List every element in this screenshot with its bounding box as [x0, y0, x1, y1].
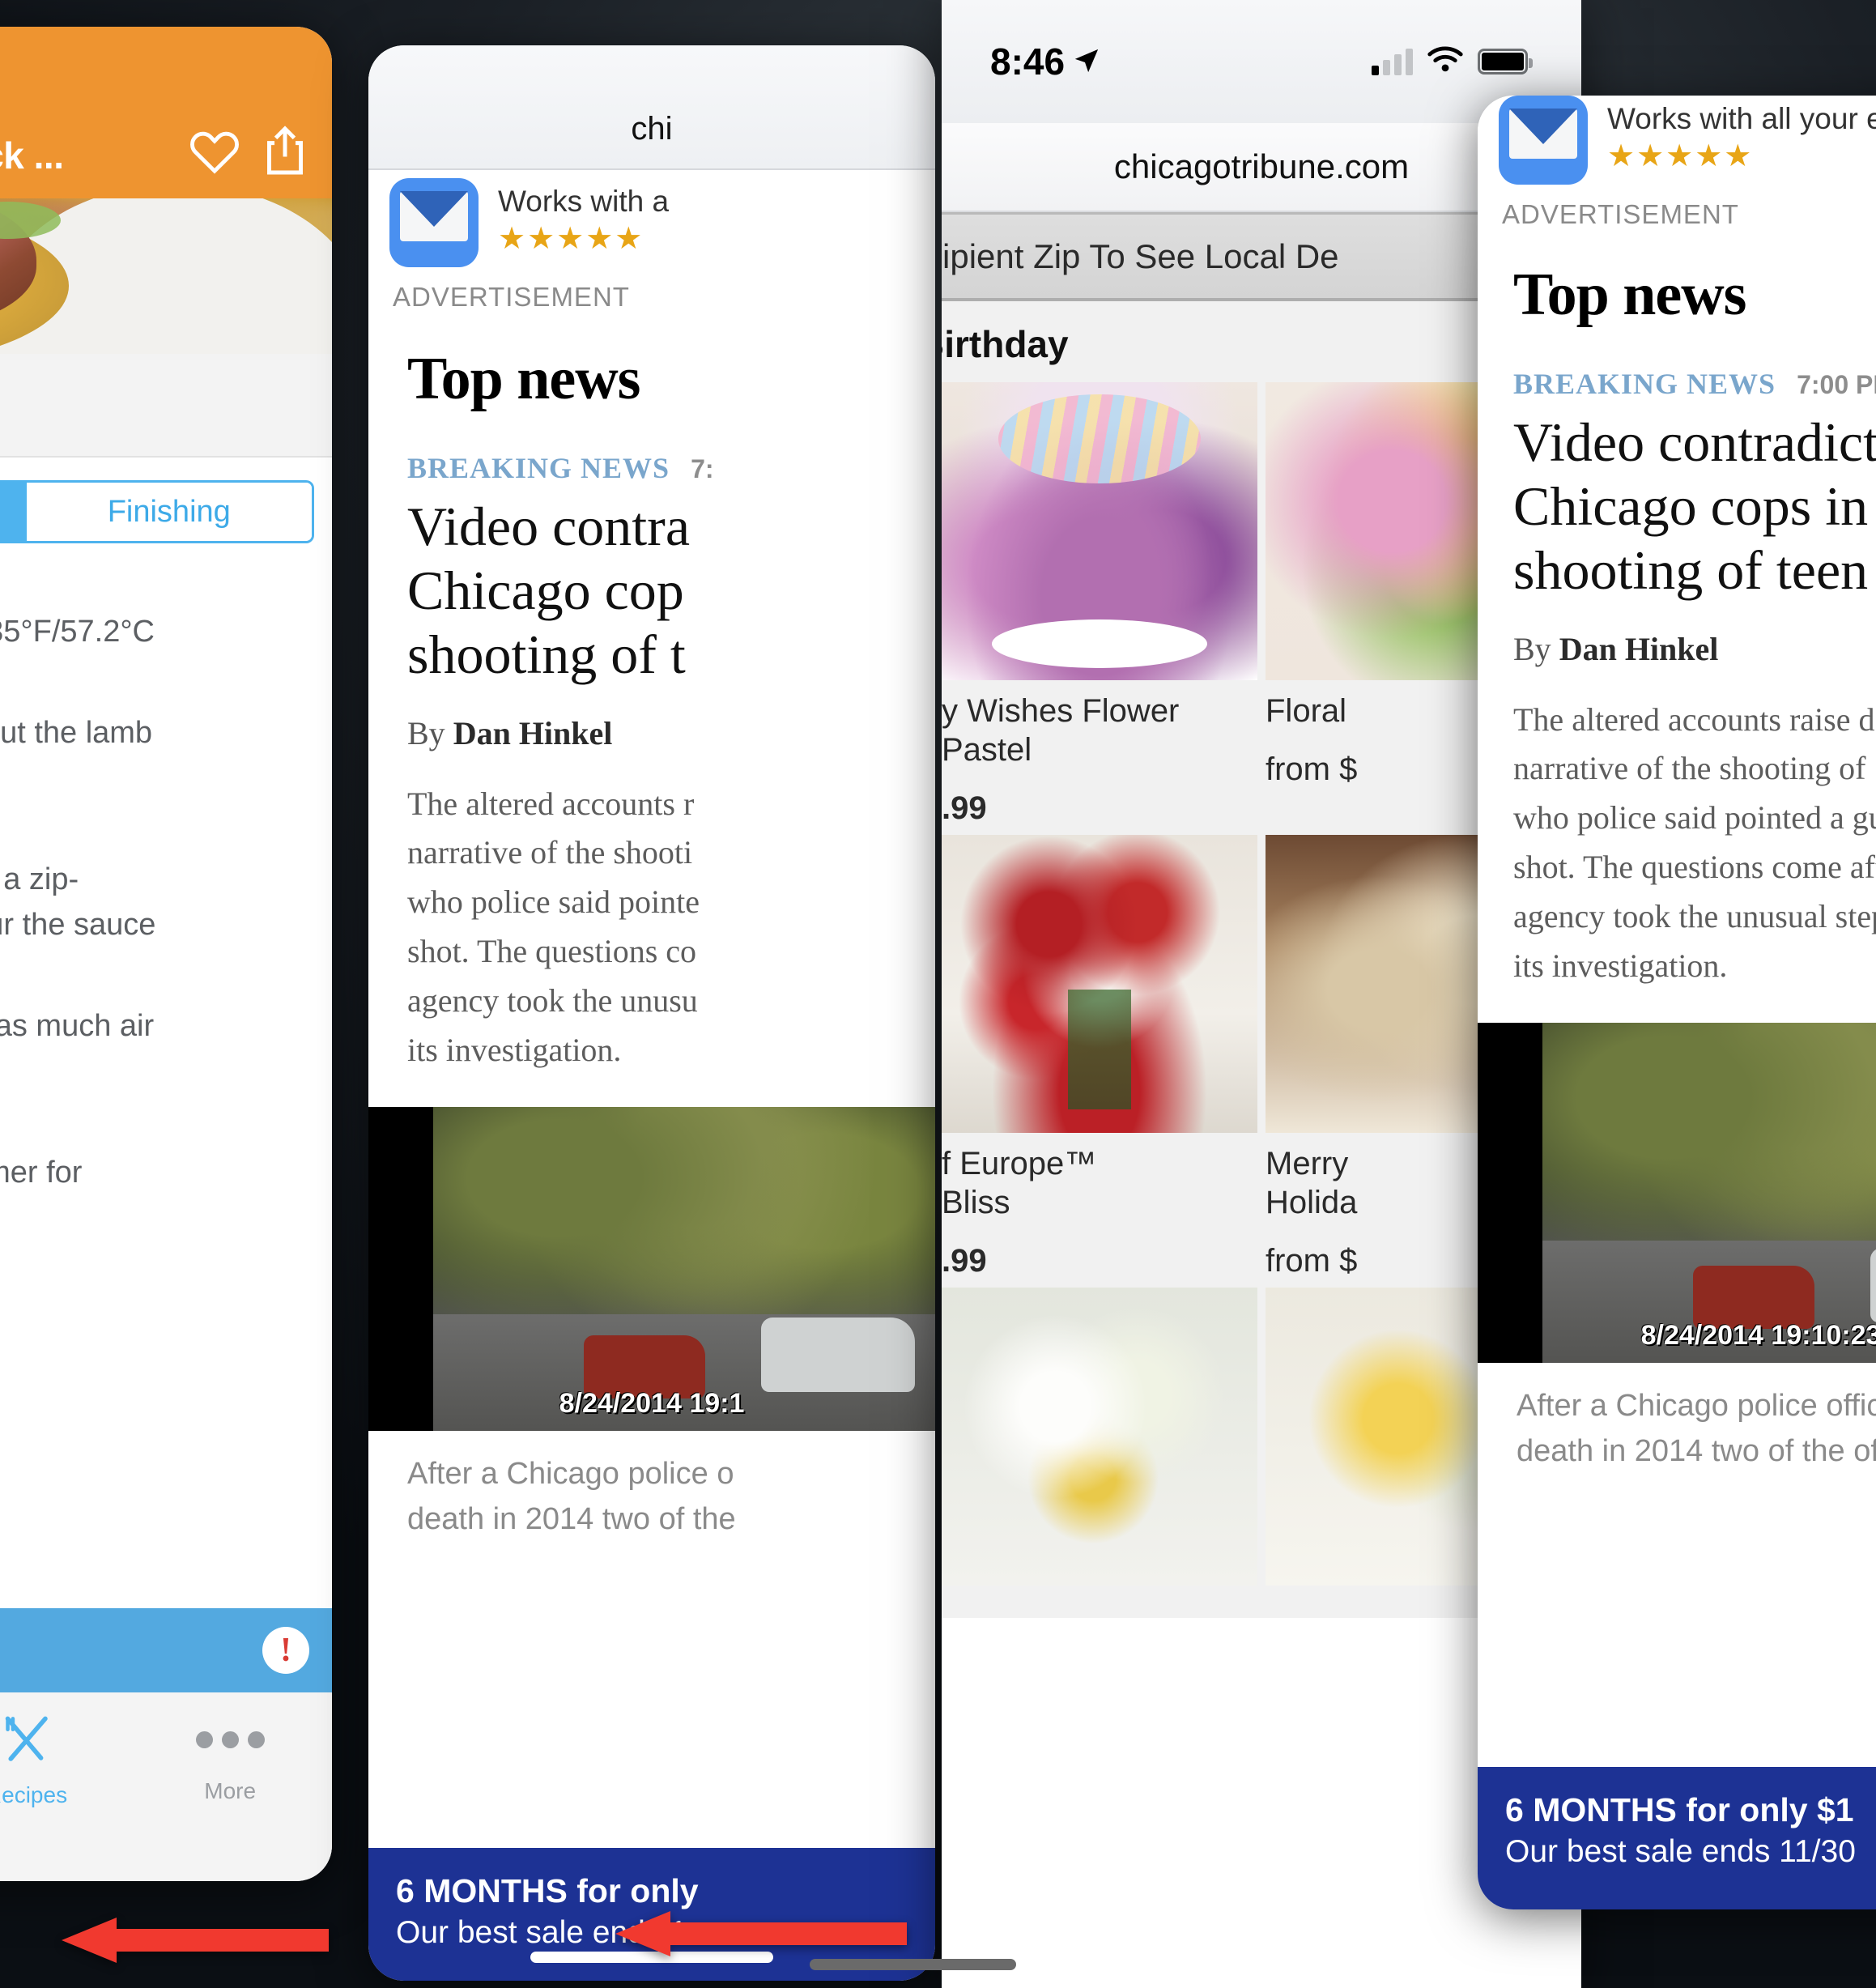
segment-directions[interactable]: Directions [0, 483, 27, 541]
red-left-arrow-icon [615, 1911, 907, 1956]
recipe-steps-list: cision Cooker to 135°F/57.2°C mbine ever… [0, 563, 332, 1225]
recipe-navbar: oney Dijon Rack ... [0, 27, 332, 198]
tribune-front-card[interactable]: Works with all your email ★★★★★ ADVERTIS… [1478, 96, 1876, 1909]
article-kicker-row: BREAKING NEWS 7:00 PM [1513, 367, 1876, 401]
recipe-tab-bar[interactable]: Guide Recipes More [0, 1692, 332, 1881]
promo-title: 6 MONTHS for only $1 [1505, 1791, 1854, 1828]
product-card[interactable]: y Wishes Flower Pastel .99 [942, 382, 1257, 827]
promo-subtitle: Our best sale ends 11/30 [1505, 1834, 1856, 1869]
tribune-back-card[interactable]: chi Works with a ★★★★★ ADVERTISEMENT Top… [368, 45, 935, 1981]
url-text: chi [631, 111, 673, 147]
recipe-step: cision Cooker to 135°F/57.2°C [0, 615, 155, 649]
heart-icon[interactable] [189, 129, 240, 174]
star-rating-icon: ★★★★★ [1607, 139, 1754, 173]
product-card[interactable]: f Europe™ Bliss .99 [942, 835, 1257, 1279]
mail-app-icon [389, 178, 479, 267]
section-title: Top news [1513, 262, 1746, 328]
ios-status-bar: 8:46 [942, 0, 1581, 123]
video-timestamp: 8/24/2014 19:10:23 [1640, 1320, 1876, 1352]
product-card[interactable] [942, 1288, 1257, 1586]
article-time: 7:00 PM [1797, 370, 1876, 399]
product-price: .99 [942, 1243, 987, 1279]
tab-more[interactable]: More [128, 1713, 332, 1881]
promo-title: 6 MONTHS for only [396, 1872, 699, 1909]
recipe-step: amb meat-first into a zip- one pouch and… [0, 862, 156, 942]
article-time: 7: [691, 454, 714, 483]
article-video-player[interactable]: 8/24/2014 19:10:23 [1478, 1023, 1876, 1364]
advertisement-block[interactable]: Works with all your email ★★★★★ ADVERTIS… [1478, 96, 1876, 230]
tab-recipes[interactable]: Recipes [0, 1713, 128, 1881]
ad-headline: Works with a [498, 185, 670, 218]
video-caption: After a Chicago police officer fatally d… [1478, 1363, 1876, 1474]
ad-headline: Works with all your email [1607, 102, 1876, 135]
ellipsis-icon [195, 1713, 265, 1765]
product-name: f Europe™ Bliss [942, 1146, 1097, 1220]
article-paragraph: The altered accounts raise doubts narrat… [1513, 700, 1876, 984]
tribune-back-article: Top news BREAKING NEWS 7: Video contra C… [368, 313, 935, 1075]
red-left-arrow-icon [62, 1918, 329, 1963]
battery-full-icon [1478, 49, 1533, 74]
section-title: Top news [407, 346, 640, 412]
star-rating-icon: ★★★★★ [498, 222, 644, 256]
tab-label: More [204, 1778, 257, 1803]
recipe-hero-photo [0, 198, 332, 354]
recipe-title: oney Dijon Rack ... [0, 134, 64, 177]
recipe-step: bath and set the timer for [0, 1156, 83, 1190]
video-timestamp: 8/24/2014 19:1 [559, 1388, 745, 1420]
article-kicker-row: BREAKING NEWS 7: [407, 451, 896, 485]
subscription-promo-banner[interactable]: 6 MONTHS for only $1 Our best sale ends … [1478, 1767, 1876, 1909]
alert-exclamation-icon: ! [262, 1627, 309, 1674]
status-indicators [1372, 45, 1533, 78]
url-text: chicagotribune.com [1113, 147, 1410, 185]
cook-settings-row[interactable]: 5.0°F for 1h [0, 354, 332, 458]
zip-banner-text: cipient Zip To See Local De [942, 236, 1339, 275]
tab-label: Recipes [0, 1782, 68, 1807]
product-price: .99 [942, 790, 987, 826]
horizontal-scrollbar[interactable] [810, 1959, 1016, 1970]
article-byline: By Dan Hinkel [1513, 630, 1719, 667]
product-image [942, 835, 1257, 1133]
article-headline[interactable]: Video contra Chicago cop shooting of t [407, 495, 896, 687]
cellular-bars-icon [1372, 48, 1413, 75]
recipe-segmented-control-wrap: Directions Finishing [0, 458, 332, 563]
recipe-segmented-control[interactable]: Directions Finishing [0, 480, 314, 543]
tribune-front-article: Top news BREAKING NEWS 7:00 PM Video con… [1478, 230, 1876, 991]
mail-app-icon [1499, 96, 1588, 185]
article-paragraph: The altered accounts r narrative of the … [407, 785, 700, 1068]
video-caption: After a Chicago police o death in 2014 t… [368, 1431, 935, 1542]
advertisement-block[interactable]: Works with a ★★★★★ ADVERTISEMENT [368, 170, 935, 313]
connection-status-banner[interactable]: t Connection ! [0, 1608, 332, 1692]
share-icon[interactable] [264, 126, 306, 177]
segment-finishing[interactable]: Finishing [26, 483, 312, 541]
product-name: y Wishes Flower Pastel [942, 693, 1180, 768]
article-headline[interactable]: Video contradicts Chicago cops in a s sh… [1513, 411, 1876, 602]
article-video-player[interactable]: 8/24/2014 19:1 [368, 1107, 935, 1432]
advertisement-label: ADVERTISEMENT [393, 282, 630, 312]
browser-url-bar[interactable]: chi [368, 45, 935, 170]
recipe-nav-actions [189, 126, 313, 177]
status-time: 8:46 [990, 40, 1100, 83]
breaking-news-badge: BREAKING NEWS [407, 452, 670, 484]
article-byline: By Dan Hinkel [407, 714, 613, 751]
recipe-step: n method, release as much air e bag [0, 1009, 155, 1044]
location-arrow-icon [1073, 40, 1100, 83]
wifi-icon [1427, 45, 1463, 78]
fork-knife-icon [1, 1713, 53, 1769]
product-image [942, 1288, 1257, 1586]
advertisement-label: ADVERTISEMENT [1502, 199, 1739, 229]
recipe-step: mbine everything but the lamb bined [0, 716, 153, 751]
product-image [942, 382, 1257, 680]
breaking-news-badge: BREAKING NEWS [1513, 368, 1776, 400]
recipe-app-card[interactable]: oney Dijon Rack ... 5.0°F for 1h [0, 27, 332, 1881]
